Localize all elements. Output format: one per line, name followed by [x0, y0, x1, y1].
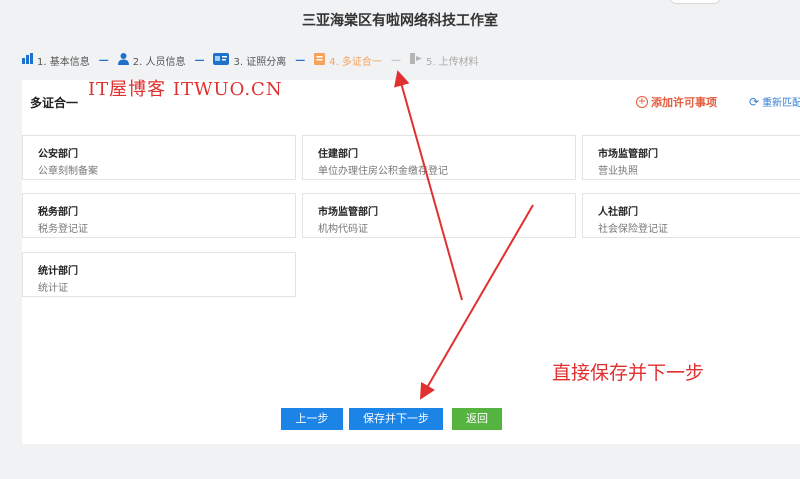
department-name: 人社部门 — [598, 207, 638, 218]
person-icon — [117, 52, 129, 68]
certificate-card: 统计部门 统计证 — [22, 252, 296, 297]
back-button[interactable]: 返回 — [452, 408, 502, 430]
department-name: 统计部门 — [38, 266, 78, 277]
step-connector: — — [390, 54, 401, 66]
certificate-name: 公章刻制备案 — [38, 166, 98, 177]
certificate-name: 单位办理住房公积金缴存登记 — [318, 166, 448, 177]
step-connector: — — [295, 54, 306, 66]
step-label: 5. 上传材料 — [425, 56, 479, 68]
certificate-name: 营业执照 — [598, 166, 638, 177]
step-label: 2. 人员信息 — [132, 56, 186, 68]
certificate-name: 统计证 — [38, 283, 68, 294]
id-card-icon — [213, 52, 230, 68]
rematch-button[interactable]: ⟳ 重新匹配 — [749, 94, 800, 110]
upload-icon — [409, 53, 422, 67]
refresh-icon: ⟳ — [749, 94, 760, 109]
department-name: 公安部门 — [38, 149, 78, 160]
department-name: 市场监管部门 — [318, 207, 378, 218]
department-name: 住建部门 — [318, 149, 358, 160]
add-permit-button[interactable]: + 添加许可事项 — [636, 94, 717, 110]
certificate-card: 公安部门 公章刻制备案 — [22, 135, 296, 180]
certificate-card: 住建部门 单位办理住房公积金缴存登记 — [302, 135, 576, 180]
rematch-label: 重新匹配 — [762, 98, 800, 109]
certificate-name: 机构代码证 — [318, 224, 368, 235]
certificate-card: 市场监管部门 机构代码证 — [302, 193, 576, 238]
certificate-card: 市场监管部门 营业执照 — [582, 135, 800, 180]
save-and-next-button[interactable]: 保存并下一步 — [349, 408, 443, 430]
top-right-decoration — [668, 0, 722, 4]
step-multi-certificate[interactable]: 4. 多证合一 — [314, 52, 382, 68]
certificate-card: 税务部门 税务登记证 — [22, 193, 296, 238]
step-connector: — — [98, 54, 109, 66]
certificate-card: 人社部门 社会保险登记证 — [582, 193, 800, 238]
certificate-name: 社会保险登记证 — [598, 224, 668, 235]
step-basic-info[interactable]: 1. 基本信息 — [22, 53, 90, 68]
certificate-name: 税务登记证 — [38, 224, 88, 235]
department-name: 税务部门 — [38, 207, 78, 218]
department-name: 市场监管部门 — [598, 149, 658, 160]
step-upload-materials[interactable]: 5. 上传材料 — [409, 53, 479, 68]
step-connector: — — [194, 54, 205, 66]
step-license-separation[interactable]: 3. 证照分离 — [213, 52, 287, 68]
step-progress-bar: 1. 基本信息 — 2. 人员信息 — 3. 证照分离 — 4. 多证合一 — … — [22, 50, 479, 70]
page-title: 三亚海棠区有啦网络科技工作室 — [302, 13, 498, 29]
annotation-text: 直接保存并下一步 — [552, 362, 705, 384]
step-personnel-info[interactable]: 2. 人员信息 — [117, 52, 186, 68]
document-icon — [314, 52, 326, 68]
plus-circle-icon: + — [636, 96, 648, 108]
add-permit-label: 添加许可事项 — [651, 96, 717, 109]
prev-step-button[interactable]: 上一步 — [281, 408, 343, 430]
multi-certificate-panel: 多证合一 IT屋博客 ITWUO.CN + 添加许可事项 ⟳ 重新匹配 公安部门… — [22, 79, 800, 444]
step-label: 1. 基本信息 — [37, 56, 90, 68]
step-label: 3. 证照分离 — [233, 56, 287, 68]
step-label: 4. 多证合一 — [329, 56, 382, 68]
bar-chart-icon — [22, 53, 33, 67]
panel-title: 多证合一 — [30, 96, 79, 110]
watermark-text: IT屋博客 ITWUO.CN — [88, 79, 283, 100]
